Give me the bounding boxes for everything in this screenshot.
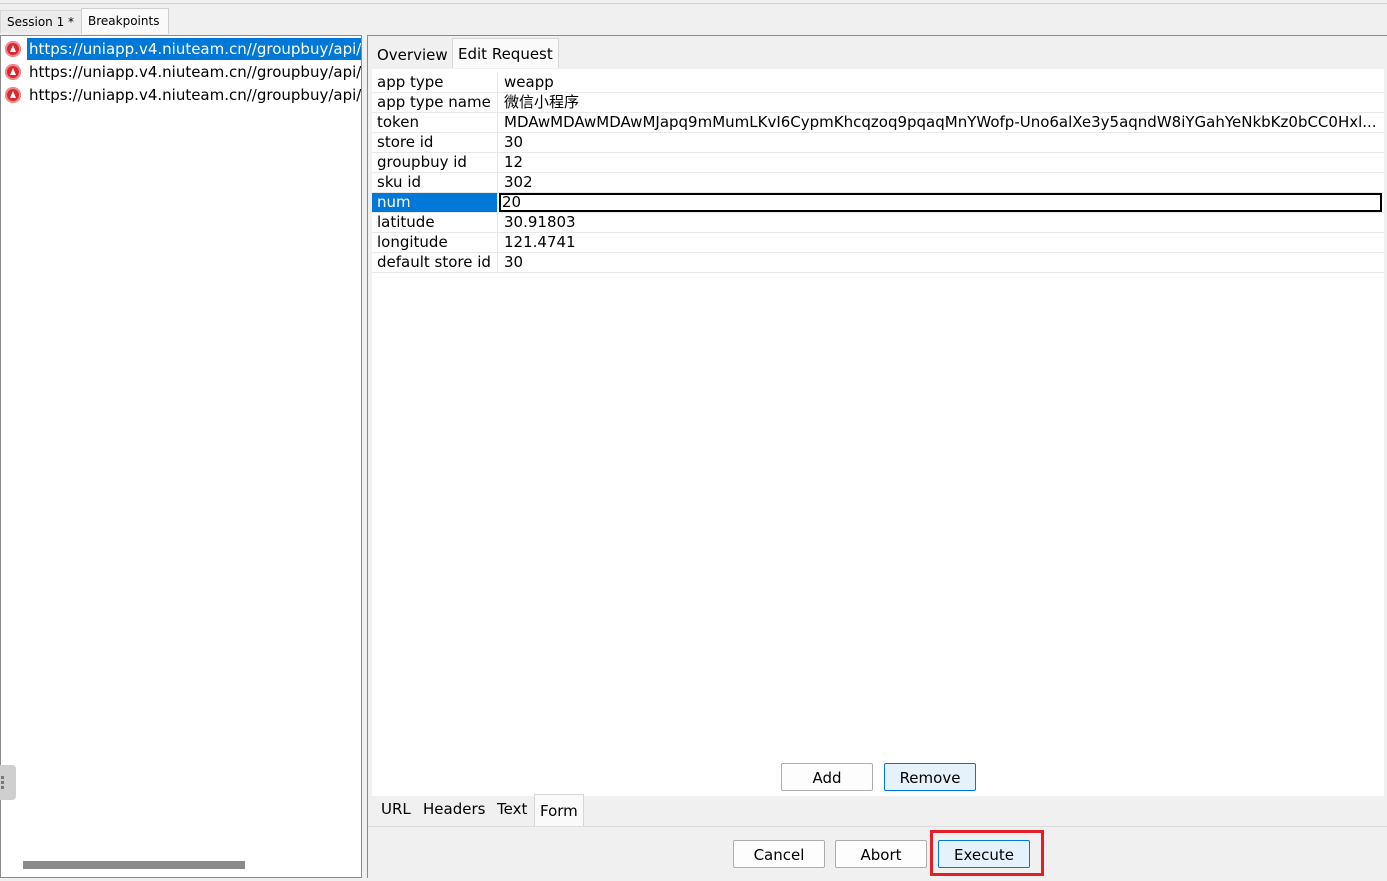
param-key: latitude — [372, 213, 498, 232]
tab-session-1[interactable]: Session 1 * — [0, 10, 82, 33]
param-value[interactable]: 微信小程序 — [499, 93, 1382, 112]
cancel-button[interactable]: Cancel — [733, 840, 825, 868]
table-row[interactable]: default store id 30 — [372, 253, 1384, 273]
tab-form[interactable]: Form — [534, 794, 584, 826]
remove-button[interactable]: Remove — [884, 763, 976, 791]
param-key: app type — [372, 73, 498, 92]
tab-url[interactable]: URL — [376, 794, 416, 824]
tab-headers[interactable]: Headers — [418, 794, 490, 824]
table-row[interactable]: sku id 302 — [372, 173, 1384, 193]
breakpoint-request-icon — [5, 41, 21, 57]
param-value[interactable]: 30 — [499, 133, 1382, 152]
breakpoint-url: https://uniapp.v4.niuteam.cn//groupbuy/a… — [29, 63, 362, 81]
param-value[interactable]: 121.4741 — [499, 233, 1382, 252]
tab-edit-request[interactable]: Edit Request — [452, 38, 559, 68]
table-row-selected[interactable]: num 20 — [372, 193, 1384, 213]
table-row[interactable]: groupbuy id 12 — [372, 153, 1384, 173]
param-key: longitude — [372, 233, 498, 252]
breakpoint-url: https://uniapp.v4.niuteam.cn//groupbuy/a… — [27, 38, 361, 60]
breakpoint-item[interactable]: https://uniapp.v4.niuteam.cn//groupbuy/a… — [3, 61, 362, 83]
breakpoint-request-icon — [5, 87, 21, 103]
breakpoint-item[interactable]: https://uniapp.v4.niuteam.cn//groupbuy/a… — [3, 84, 362, 106]
param-value[interactable]: 302 — [499, 173, 1382, 192]
table-row[interactable]: app type weapp — [372, 73, 1384, 93]
param-value-editor[interactable]: 20 — [499, 193, 1382, 212]
table-row[interactable]: store id 30 — [372, 133, 1384, 153]
tab-text[interactable]: Text — [492, 794, 532, 824]
request-editor-panel: Overview Edit Request app type weapp app… — [367, 35, 1387, 878]
table-row[interactable]: app type name 微信小程序 — [372, 93, 1384, 113]
tab-breakpoints[interactable]: Breakpoints — [81, 8, 169, 34]
param-key: app type name — [372, 93, 498, 112]
param-value[interactable]: MDAwMDAwMDAwMJapq9mMumLKvI6CypmKhcqzoq9p… — [499, 113, 1382, 132]
add-button[interactable]: Add — [781, 763, 873, 791]
breakpoint-list: https://uniapp.v4.niuteam.cn//groupbuy/a… — [0, 35, 362, 878]
window-top-border — [0, 3, 1387, 4]
breakpoint-request-icon — [5, 64, 21, 80]
breakpoint-url: https://uniapp.v4.niuteam.cn//groupbuy/a… — [29, 86, 362, 104]
param-key: groupbuy id — [372, 153, 498, 172]
table-row[interactable]: latitude 30.91803 — [372, 213, 1384, 233]
param-key: token — [372, 113, 498, 132]
param-key: store id — [372, 133, 498, 152]
execute-highlight-box — [930, 830, 1044, 876]
param-key: default store id — [372, 253, 498, 272]
param-value[interactable]: 30.91803 — [499, 213, 1382, 232]
param-value[interactable]: 12 — [499, 153, 1382, 172]
divider — [368, 826, 1387, 827]
param-value[interactable]: 30 — [499, 253, 1382, 272]
horizontal-scrollbar[interactable] — [23, 861, 245, 869]
breakpoint-item[interactable]: https://uniapp.v4.niuteam.cn//groupbuy/a… — [3, 38, 361, 60]
table-row[interactable]: token MDAwMDAwMDAwMJapq9mMumLKvI6CypmKhc… — [372, 113, 1384, 133]
panel-drag-handle[interactable] — [0, 765, 16, 800]
param-key: num — [372, 193, 498, 212]
form-params-grid: app type weapp app type name 微信小程序 token… — [372, 69, 1384, 796]
table-row[interactable]: longitude 121.4741 — [372, 233, 1384, 253]
abort-button[interactable]: Abort — [835, 840, 927, 868]
param-key: sku id — [372, 173, 498, 192]
param-value[interactable]: weapp — [499, 73, 1382, 92]
tab-overview[interactable]: Overview — [372, 40, 453, 70]
